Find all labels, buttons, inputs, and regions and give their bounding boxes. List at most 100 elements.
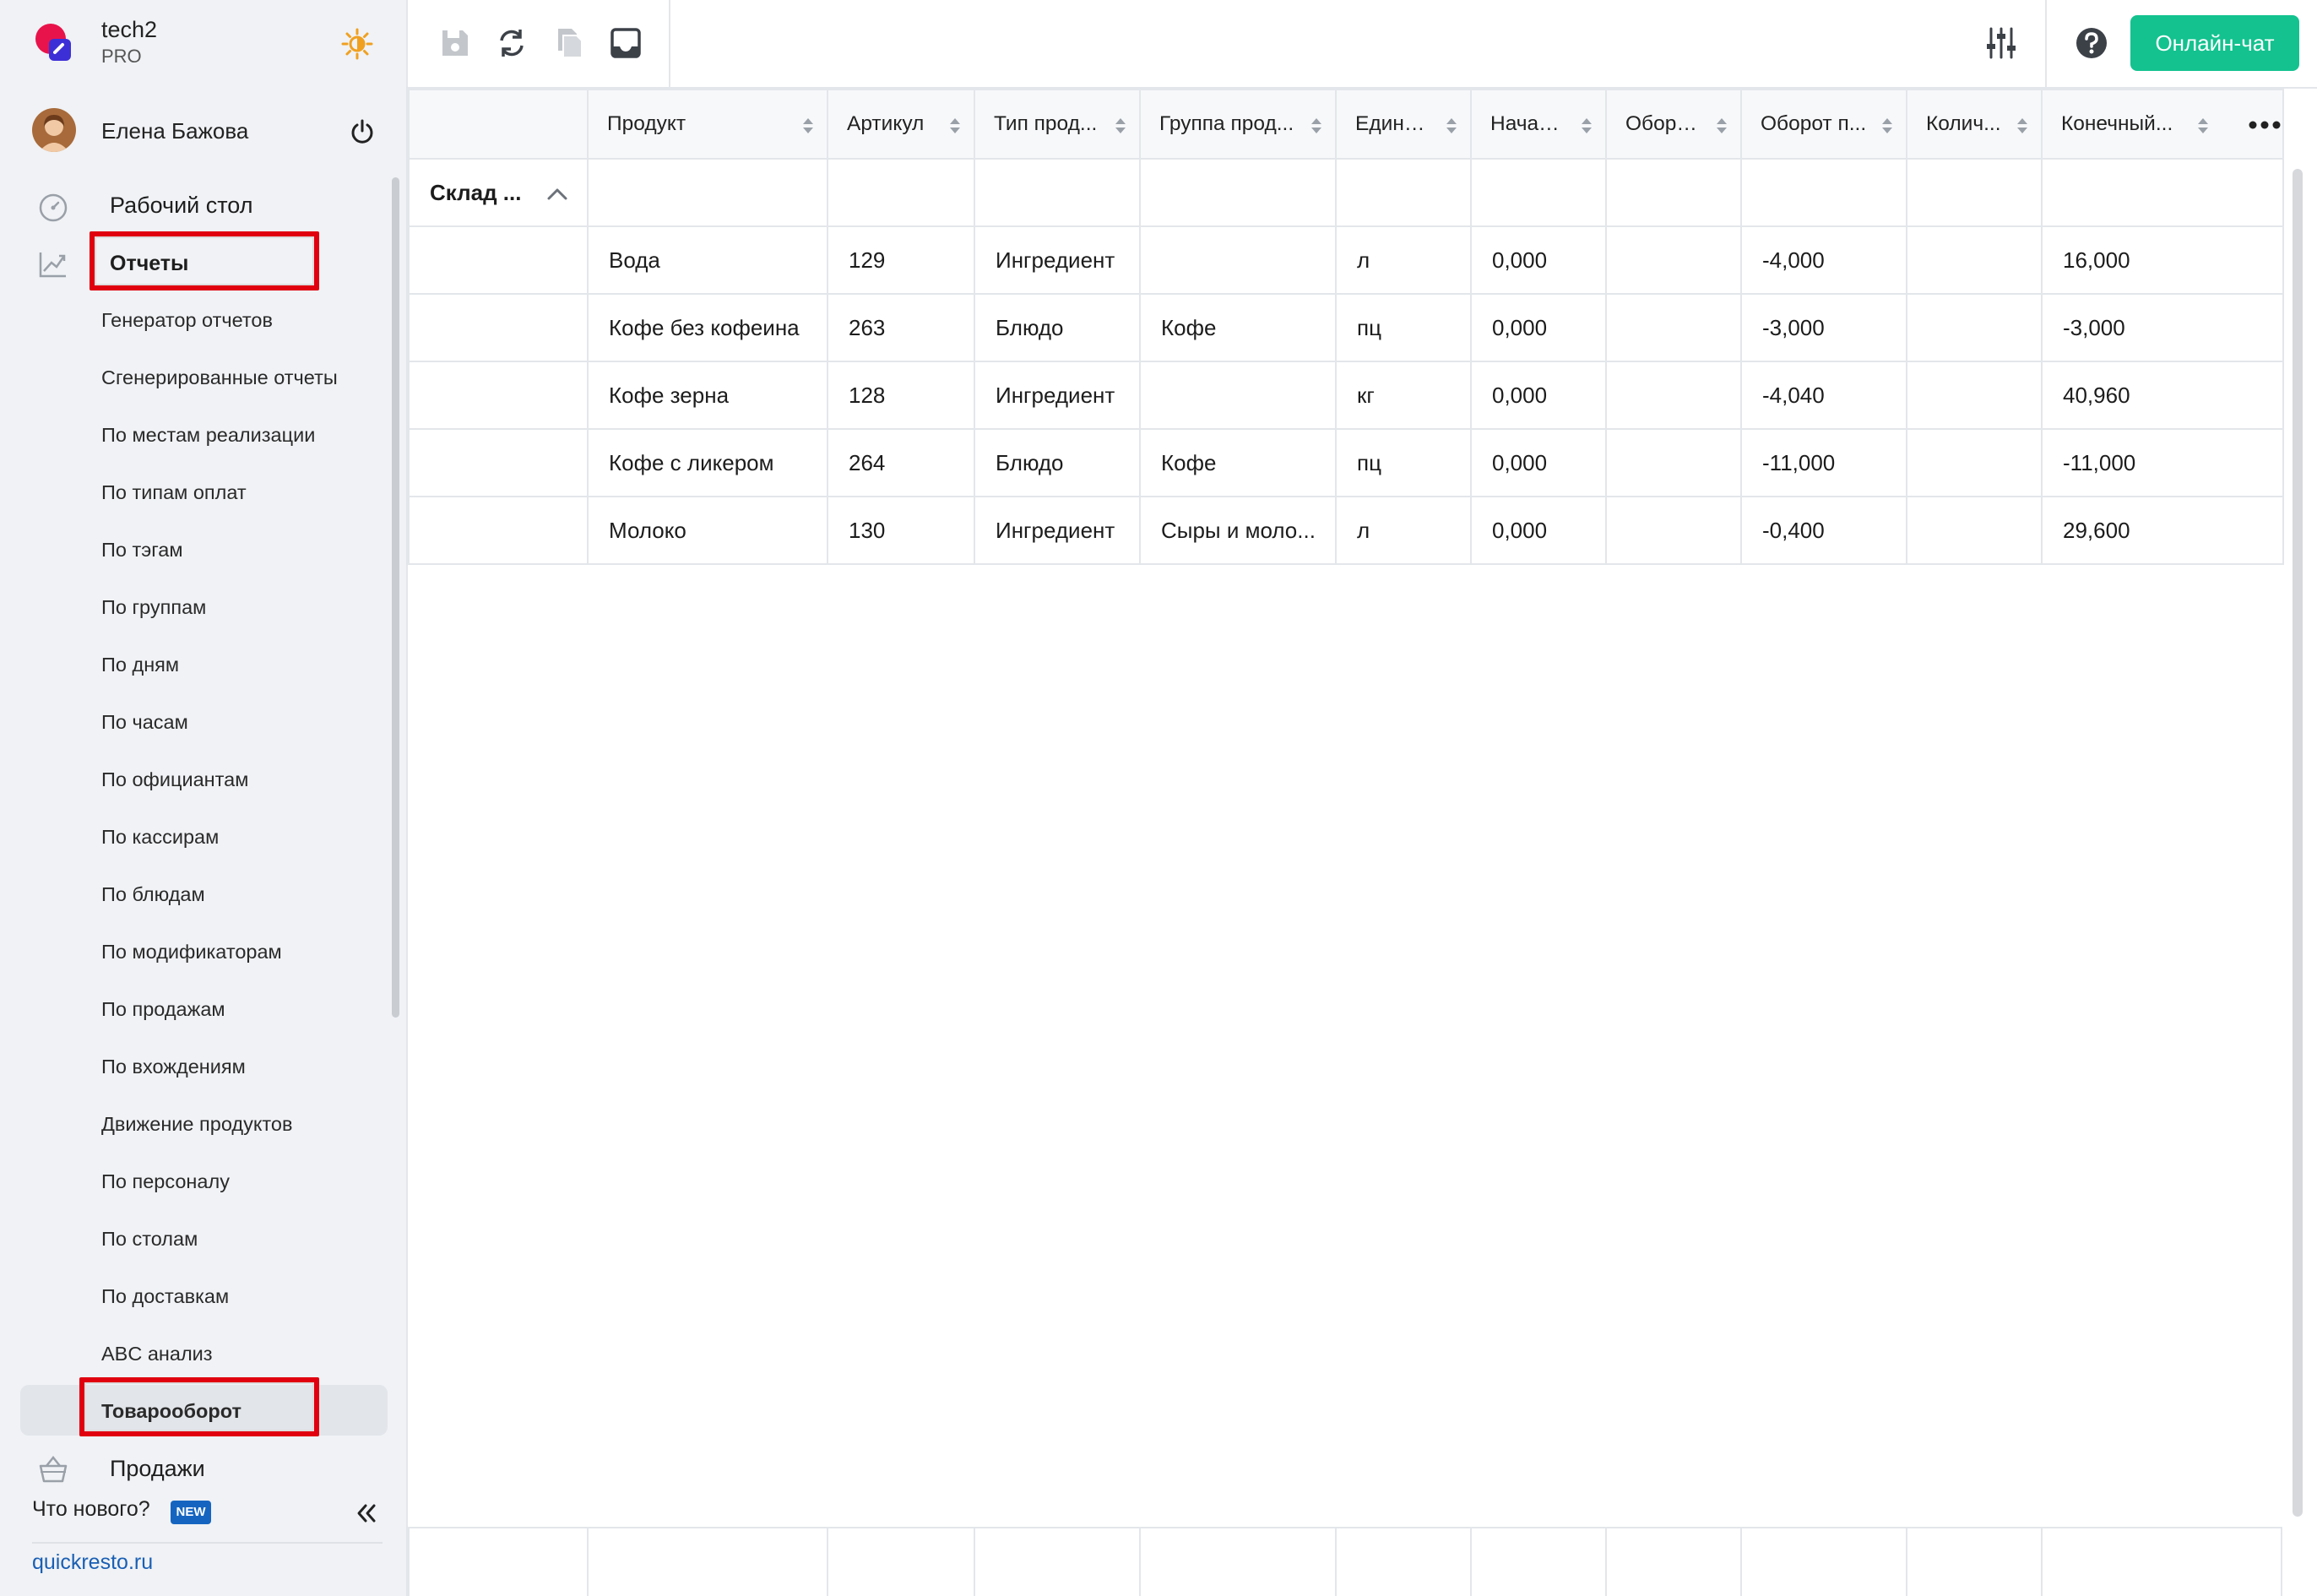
report-item[interactable]: Движение продуктов: [0, 1098, 393, 1148]
table-row[interactable]: Кофе без кофеина 263 Блюдо Кофе пц 0,000 -3,00…: [408, 293, 2284, 362]
column-header-label: Группа прод...: [1159, 112, 1294, 136]
inbox-icon[interactable]: [608, 25, 643, 61]
table-cell: -4,040: [1740, 361, 1907, 430]
footer-cell: [1335, 1528, 1470, 1596]
table-row[interactable]: Вода 129 Ингредиент л 0,000 -4,000 16,000: [408, 225, 2284, 295]
column-header[interactable]: Тип прод...: [974, 89, 1141, 160]
column-header[interactable]: Артикул: [827, 89, 975, 160]
table-cell: [2041, 158, 2284, 227]
report-item[interactable]: По группам: [0, 581, 393, 632]
report-item-label: По местам реализации: [101, 424, 316, 446]
report-item[interactable]: По блюдам: [0, 868, 393, 919]
column-header-group[interactable]: [408, 89, 589, 160]
table-cell: 0,000: [1470, 496, 1607, 565]
site-link[interactable]: quickresto.ru: [32, 1550, 153, 1575]
table-cell: -11,000: [1740, 428, 1907, 497]
column-header[interactable]: Оборот п...: [1740, 89, 1907, 160]
table-cell: Ингредиент: [974, 496, 1141, 565]
online-chat-button[interactable]: Онлайн-чат: [2130, 15, 2299, 71]
report-item[interactable]: Генератор отчетов: [0, 294, 393, 345]
sort-icon[interactable]: [2196, 116, 2210, 136]
table-cell: 40,960: [2041, 361, 2284, 430]
footer-cell: [408, 1528, 587, 1596]
highlight-reports: [90, 231, 319, 290]
table-cell: [1605, 293, 1742, 362]
report-item[interactable]: По столам: [0, 1213, 393, 1263]
data-grid: Продукт Артикул Тип прод... Группа прод... Е…: [408, 89, 2284, 1596]
brand-name: tech2: [101, 17, 158, 42]
power-icon[interactable]: [349, 118, 376, 145]
user-profile[interactable]: Елена Бажова: [0, 101, 408, 162]
sort-icon[interactable]: [948, 116, 962, 136]
report-item[interactable]: По персоналу: [0, 1155, 393, 1206]
report-item[interactable]: По типам оплат: [0, 466, 393, 517]
column-header[interactable]: Едини...: [1335, 89, 1472, 160]
sun-icon[interactable]: [341, 28, 373, 60]
table-cell: [1335, 158, 1472, 227]
sort-icon[interactable]: [1715, 116, 1728, 136]
whats-new-link[interactable]: Что нового?: [32, 1497, 150, 1522]
sidebar-scrollbar[interactable]: [392, 177, 399, 1018]
toolbar-divider: [2045, 0, 2047, 87]
sort-icon[interactable]: [1445, 116, 1458, 136]
sort-icon[interactable]: [1114, 116, 1127, 136]
table-row[interactable]: Кофе зерна 128 Ингредиент кг 0,000 -4,040 40,9…: [408, 361, 2284, 430]
report-item[interactable]: По модификаторам: [0, 926, 393, 976]
report-item[interactable]: По кассирам: [0, 811, 393, 861]
column-header[interactable]: Колич...: [1906, 89, 2043, 160]
sort-icon[interactable]: [1880, 116, 1894, 136]
sort-icon[interactable]: [2016, 116, 2029, 136]
sort-icon[interactable]: [801, 116, 815, 136]
refresh-icon[interactable]: [494, 25, 529, 61]
report-item-label: По типам оплат: [101, 481, 247, 503]
table-cell: Вода: [587, 225, 828, 295]
table-row[interactable]: Кофе с ликером 264 Блюдо Кофе пц 0,000 -11,000…: [408, 428, 2284, 497]
brand-header[interactable]: tech2 PRO: [0, 0, 408, 87]
report-item[interactable]: По часам: [0, 696, 393, 746]
more-options-icon[interactable]: [2245, 114, 2282, 136]
report-item[interactable]: По официантам: [0, 753, 393, 804]
new-badge: NEW: [171, 1501, 211, 1524]
column-header-label: Тип прод...: [994, 112, 1098, 136]
column-header[interactable]: Группа прод...: [1139, 89, 1337, 160]
grid-scrollbar[interactable]: [2293, 169, 2303, 1517]
table-cell: Кофе зерна: [587, 361, 828, 430]
turnover-table: Продукт Артикул Тип прод... Группа прод... Е…: [408, 89, 2284, 565]
collapse-sidebar-icon[interactable]: [351, 1499, 380, 1528]
column-settings-icon[interactable]: [1983, 25, 2019, 61]
report-item[interactable]: По вхождениям: [0, 1040, 393, 1091]
report-item[interactable]: По местам реализации: [0, 409, 393, 459]
save-icon[interactable]: [437, 25, 473, 61]
table-header-row: Продукт Артикул Тип прод... Группа прод... Е…: [408, 89, 2284, 160]
table-cell: 129: [827, 225, 975, 295]
report-item[interactable]: Сгенерированные отчеты: [0, 351, 393, 402]
chevron-up-icon[interactable]: [546, 183, 568, 202]
report-item[interactable]: По тэгам: [0, 524, 393, 574]
column-header[interactable]: Начал...: [1470, 89, 1607, 160]
table-cell: [1605, 361, 1742, 430]
report-item[interactable]: ABC анализ: [0, 1327, 393, 1378]
group-row[interactable]: Склад ...: [408, 158, 2284, 227]
table-cell: [1605, 428, 1742, 497]
column-header[interactable]: Оборо...: [1605, 89, 1742, 160]
nav-sales[interactable]: Продажи: [0, 1442, 393, 1493]
toolbar: Онлайн-чат: [408, 0, 2317, 89]
table-cell: пц: [1335, 428, 1472, 497]
column-header-label: Артикул: [847, 112, 925, 136]
nav-desktop[interactable]: Рабочий стол: [0, 179, 393, 230]
report-item[interactable]: По доставкам: [0, 1270, 393, 1321]
column-header-label: Оборо...: [1625, 112, 1702, 136]
help-icon[interactable]: [2074, 25, 2109, 61]
footer-cell: [974, 1528, 1139, 1596]
column-header[interactable]: Конечный...: [2041, 89, 2284, 160]
copy-icon[interactable]: [551, 25, 587, 61]
table-cell: 0,000: [1470, 225, 1607, 295]
report-item[interactable]: По дням: [0, 638, 393, 689]
table-cell: Кофе с ликером: [587, 428, 828, 497]
column-header[interactable]: Продукт: [587, 89, 828, 160]
sort-icon[interactable]: [1580, 116, 1593, 136]
report-item[interactable]: По продажам: [0, 983, 393, 1034]
user-avatar[interactable]: [32, 108, 76, 152]
table-row[interactable]: Молоко 130 Ингредиент Сыры и моло... л 0,000 -…: [408, 496, 2284, 565]
sort-icon[interactable]: [1310, 116, 1323, 136]
